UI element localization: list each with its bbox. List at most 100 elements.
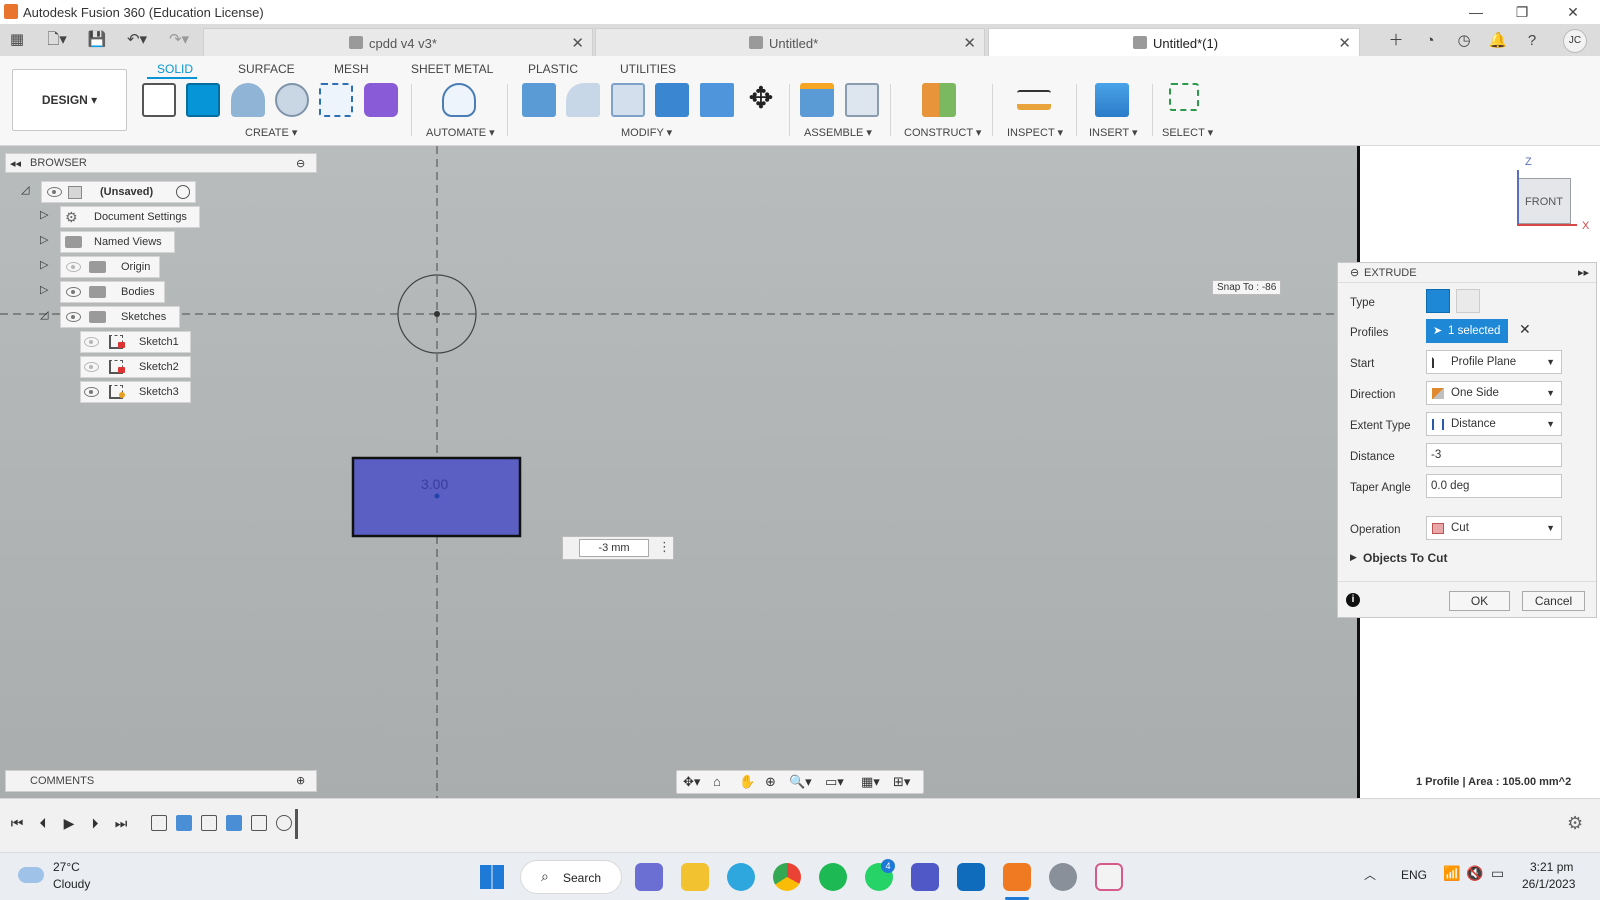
expand-icon[interactable]: ▷: [40, 233, 48, 246]
expand-dialog-icon[interactable]: ▸▸: [1578, 266, 1589, 279]
operation-select[interactable]: Cut ▼: [1426, 516, 1562, 540]
job-status-clock-icon[interactable]: ◷: [1452, 30, 1476, 52]
hidden-eye-icon[interactable]: [84, 362, 99, 372]
chrome-icon[interactable]: [773, 863, 801, 891]
timeline-marker[interactable]: [295, 809, 298, 839]
workspace-switcher[interactable]: DESIGN ▾: [12, 69, 127, 131]
fusion360-taskbar-icon[interactable]: [1003, 863, 1031, 891]
settings-icon[interactable]: [1049, 863, 1077, 891]
extensions-icon[interactable]: ◔: [1418, 30, 1442, 52]
doc-tab-untitled-1[interactable]: Untitled*(1) ✕: [988, 28, 1360, 56]
minimize-button[interactable]: —: [1453, 2, 1499, 22]
close-tab-icon[interactable]: ✕: [571, 34, 584, 52]
start-windows-icon[interactable]: [480, 865, 504, 889]
timeline-sketch-feature[interactable]: [251, 815, 267, 831]
volume-muted-icon[interactable]: 🔇: [1466, 865, 1483, 882]
timeline-settings-gear-icon[interactable]: ⚙: [1567, 813, 1583, 834]
offset-face-icon[interactable]: [700, 83, 734, 117]
telegram-icon[interactable]: [727, 863, 755, 891]
doc-tab-untitled[interactable]: Untitled* ✕: [595, 28, 985, 56]
hole-icon[interactable]: [275, 83, 309, 117]
tab-plastic[interactable]: PLASTIC: [528, 62, 578, 76]
taper-angle-input[interactable]: 0.0 deg: [1426, 474, 1562, 498]
add-comment-icon[interactable]: ⊕: [296, 774, 305, 787]
timeline-extrude-feature[interactable]: [226, 815, 242, 831]
pan-hand-icon[interactable]: ✋: [739, 774, 755, 790]
extent-type-select[interactable]: Distance ▼: [1426, 412, 1562, 436]
viewports-icon[interactable]: ⊞▾: [893, 774, 910, 790]
browser-item-sketch2[interactable]: Sketch2: [80, 356, 191, 378]
start-select[interactable]: Profile Plane ▼: [1426, 350, 1562, 374]
clock-date[interactable]: 26/1/2023: [1522, 877, 1575, 891]
outlook-icon[interactable]: [957, 863, 985, 891]
browser-minimize-icon[interactable]: ⊖: [296, 157, 305, 170]
inspect-group-label[interactable]: INSPECT ▾: [1007, 126, 1063, 139]
undo-icon[interactable]: ↶▾: [120, 30, 154, 50]
notifications-bell-icon[interactable]: 🔔: [1486, 30, 1510, 52]
doc-tab-cpdd[interactable]: cpdd v4 v3* ✕: [203, 28, 593, 56]
measure-icon[interactable]: [1017, 90, 1051, 110]
fillet-icon[interactable]: [566, 83, 600, 117]
user-avatar[interactable]: JC: [1563, 29, 1587, 53]
shell-icon[interactable]: [611, 83, 645, 117]
timeline-hole-feature[interactable]: [276, 815, 292, 831]
visibility-eye-icon[interactable]: [66, 312, 81, 322]
file-menu-icon[interactable]: 🗋▾: [40, 30, 74, 50]
weather-temp[interactable]: 27°C: [53, 860, 80, 874]
design-canvas[interactable]: 3.00 -3 mm ⋮ Snap To : -86 ✥▾ ⌂ ✋ ⊕ 🔍▾ ▭…: [0, 146, 1357, 798]
restore-button[interactable]: ❐: [1499, 2, 1545, 22]
close-window-button[interactable]: ✕: [1550, 2, 1596, 22]
timeline-play-icon[interactable]: ▶: [60, 814, 78, 832]
offset-plane-icon[interactable]: [922, 83, 956, 117]
construct-group-label[interactable]: CONSTRUCT ▾: [904, 126, 981, 139]
direction-select[interactable]: One Side ▼: [1426, 381, 1562, 405]
fit-zoom-icon[interactable]: 🔍▾: [789, 774, 812, 790]
display-settings-icon[interactable]: ▭▾: [825, 774, 844, 790]
root-collapse-icon[interactable]: ◿: [21, 183, 29, 196]
browser-item-sketches[interactable]: Sketches: [60, 306, 180, 328]
manipulator-menu-icon[interactable]: ⋮: [658, 539, 671, 555]
chat-app-icon[interactable]: [635, 863, 663, 891]
expand-icon[interactable]: ▷: [40, 283, 48, 296]
type-thin-button[interactable]: [1456, 289, 1480, 313]
orbit-icon[interactable]: ✥▾: [683, 774, 700, 790]
tab-sheet-metal[interactable]: SHEET METAL: [411, 62, 493, 76]
visibility-eye-icon[interactable]: [47, 187, 62, 197]
weather-desc[interactable]: Cloudy: [53, 877, 90, 891]
ok-button[interactable]: OK: [1449, 591, 1510, 611]
select-box-icon[interactable]: [1169, 83, 1199, 111]
insert-image-icon[interactable]: [1095, 83, 1129, 117]
assemble-group-label[interactable]: ASSEMBLE ▾: [804, 126, 872, 139]
create-sketch-icon[interactable]: [142, 83, 176, 117]
grid-settings-icon[interactable]: ▦▾: [861, 774, 880, 790]
visibility-eye-icon[interactable]: [66, 287, 81, 297]
close-tab-icon[interactable]: ✕: [1338, 34, 1351, 52]
visibility-eye-icon[interactable]: [84, 387, 99, 397]
close-tab-icon[interactable]: ✕: [963, 34, 976, 52]
combine-icon[interactable]: [655, 83, 689, 117]
cancel-button[interactable]: Cancel: [1522, 591, 1585, 611]
extrude-icon[interactable]: [186, 83, 220, 117]
form-icon[interactable]: [364, 83, 398, 117]
file-explorer-icon[interactable]: [681, 863, 709, 891]
tab-utilities[interactable]: UTILITIES: [620, 62, 676, 76]
tab-mesh[interactable]: MESH: [334, 62, 369, 76]
zoom-icon[interactable]: ⊕: [765, 774, 776, 790]
viewcube-front-face[interactable]: FRONT: [1517, 178, 1571, 224]
taskbar-search[interactable]: ⌕ Search: [520, 860, 622, 894]
type-solid-button[interactable]: [1426, 289, 1450, 313]
select-group-label[interactable]: SELECT ▾: [1162, 126, 1213, 139]
modify-group-label[interactable]: MODIFY ▾: [621, 126, 672, 139]
new-tab-plus-icon[interactable]: ＋: [1384, 30, 1408, 52]
clock-time[interactable]: 3:21 pm: [1530, 860, 1573, 874]
create-group-label[interactable]: CREATE ▾: [245, 126, 297, 139]
timeline-sketch-feature[interactable]: [201, 815, 217, 831]
new-component-icon[interactable]: [800, 83, 834, 117]
move-icon[interactable]: ✥: [744, 83, 778, 117]
timeline-next-icon[interactable]: ⏵: [86, 814, 104, 832]
timeline-extrude-feature[interactable]: [176, 815, 192, 831]
browser-item-origin[interactable]: Origin: [60, 256, 160, 278]
browser-item-sketch1[interactable]: Sketch1: [80, 331, 191, 353]
objects-to-cut-label[interactable]: Objects To Cut: [1363, 551, 1447, 565]
language-indicator[interactable]: ENG: [1401, 868, 1427, 882]
